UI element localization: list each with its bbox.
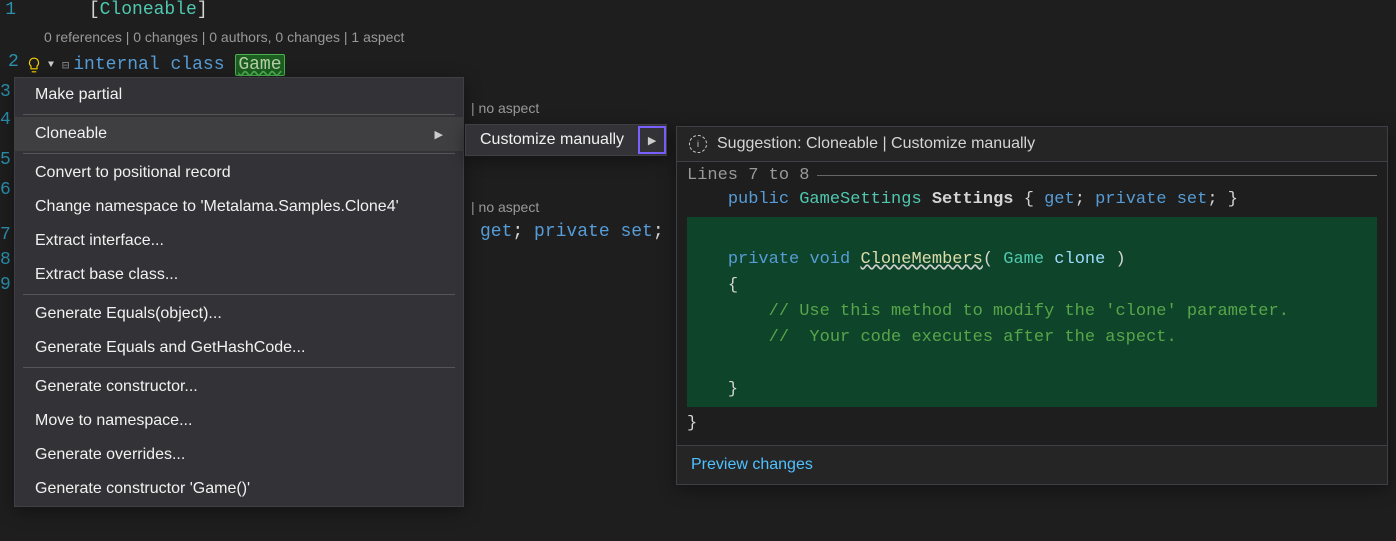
suggestion-title: Suggestion: Cloneable | Customize manual… [717,135,1035,153]
menu-item-generate-equals-hash[interactable]: Generate Equals and GetHashCode... [15,331,463,365]
codelens-bg-1: | no aspect [471,100,539,116]
line-number-9: 9 [0,275,11,295]
menu-item-convert-positional[interactable]: Convert to positional record [15,156,463,190]
preview-changes-link[interactable]: Preview changes [691,456,813,473]
cloneable-submenu: Customize manually ▶ [465,124,667,156]
submenu-expand-icon[interactable]: ▶ [638,126,666,154]
inserted-code-block: private void CloneMembers( Game clone ) … [687,217,1377,407]
svg-text:i: i [697,139,699,149]
menu-item-generate-overrides[interactable]: Generate overrides... [15,438,463,472]
menu-item-move-namespace[interactable]: Move to namespace... [15,404,463,438]
line-number-3: 3 [0,82,11,102]
menu-separator [23,367,455,368]
codelens-bg-2: | no aspect [471,199,539,215]
code-preview: public GameSettings Settings { get; priv… [687,187,1377,437]
menu-separator [23,114,455,115]
menu-item-cloneable[interactable]: Cloneable ▶ [15,117,463,151]
lightbulb-icon[interactable] [22,53,46,77]
line-number-2: 2 [8,52,19,72]
code-line-2: ⊟ internal class Game [62,54,285,76]
menu-item-change-namespace[interactable]: Change namespace to 'Metalama.Samples.Cl… [15,190,463,224]
menu-item-generate-constructor[interactable]: Generate constructor... [15,370,463,404]
code-line-1: [Cloneable] [24,0,208,20]
line-number-1: 1 [4,0,24,20]
suggestion-preview-panel: i Suggestion: Cloneable | Customize manu… [676,126,1388,485]
submenu-item-customize[interactable]: Customize manually [466,125,638,155]
menu-item-extract-interface[interactable]: Extract interface... [15,224,463,258]
menu-item-extract-base-class[interactable]: Extract base class... [15,258,463,292]
suggestion-body: Lines 7 to 8 public GameSettings Setting… [677,162,1387,445]
lines-range-label: Lines 7 to 8 [687,166,1377,185]
quick-actions-menu: Make partial Cloneable ▶ Convert to posi… [14,77,464,507]
line-number-4: 4 [0,110,11,130]
line-number-5: 5 [0,150,11,170]
line-number-7: 7 [0,225,11,245]
menu-item-make-partial[interactable]: Make partial [15,78,463,112]
suggestion-header: i Suggestion: Cloneable | Customize manu… [677,127,1387,162]
line-number-8: 8 [0,250,11,270]
line-number-6: 6 [0,180,11,200]
menu-separator [23,294,455,295]
menu-separator [23,153,455,154]
code-bg-getset: get; private set; [480,222,664,242]
submenu-arrow-icon: ▶ [435,128,443,141]
chevron-down-icon[interactable]: ▼ [48,60,54,71]
codelens-1[interactable]: 0 references | 0 changes | 0 authors, 0 … [4,25,1396,49]
suggestion-footer: Preview changes [677,445,1387,484]
menu-item-generate-constructor-game[interactable]: Generate constructor 'Game()' [15,472,463,506]
suggestion-icon: i [689,135,707,153]
collapse-icon[interactable]: ⊟ [62,58,69,73]
menu-item-generate-equals[interactable]: Generate Equals(object)... [15,297,463,331]
